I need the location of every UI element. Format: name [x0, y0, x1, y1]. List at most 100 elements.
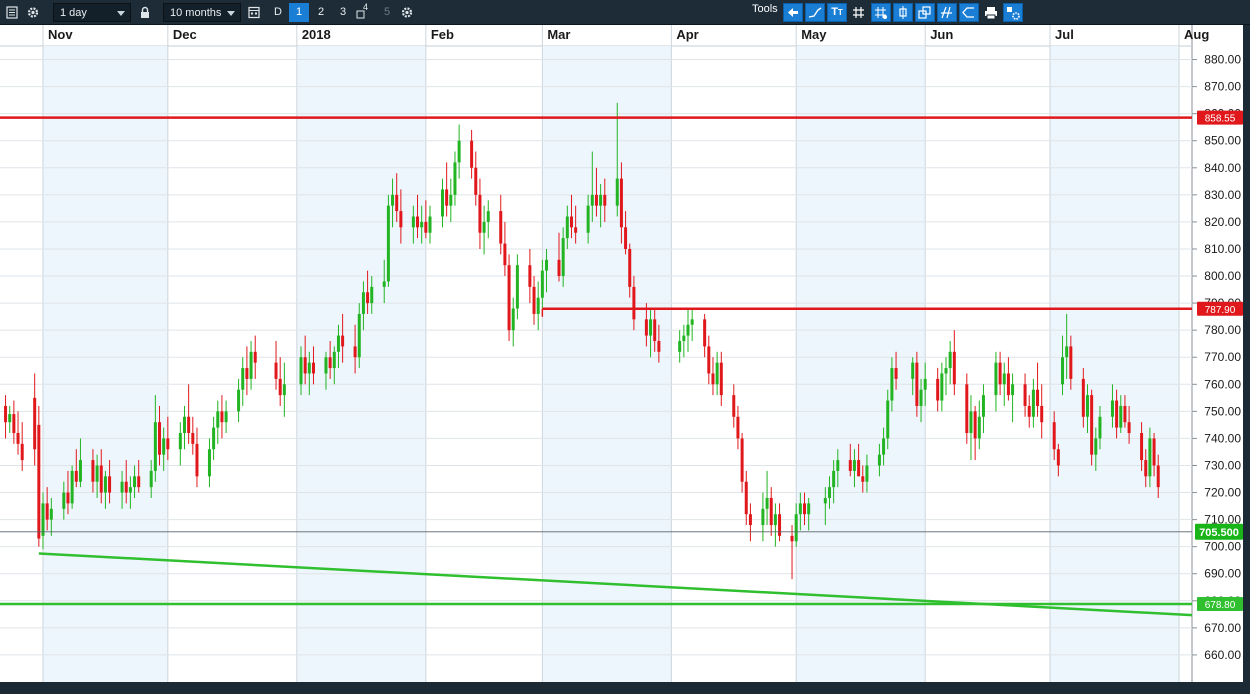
- price-tick-label: 730.00: [1204, 458, 1241, 472]
- candle-body: [890, 368, 894, 401]
- range-select[interactable]: 10 months: [163, 3, 241, 22]
- print-icon[interactable]: [981, 3, 1001, 22]
- candle-body: [936, 378, 940, 401]
- candle[interactable]: [386, 194, 390, 287]
- price-tick-label: 810.00: [1204, 242, 1241, 256]
- candle-body: [1081, 378, 1085, 417]
- interval-select[interactable]: 1 day: [53, 3, 131, 22]
- price-chart[interactable]: Nov Dec 2018 Feb Mar Apr May Jun Jul Aug 660.00 67…: [0, 25, 1250, 689]
- price-tick-label: 770.00: [1204, 350, 1241, 364]
- candle-body: [678, 340, 682, 352]
- channel-icon[interactable]: [915, 3, 935, 22]
- layout-button-5[interactable]: 5: [377, 3, 397, 22]
- layout-button-4[interactable]: 4: [354, 2, 374, 22]
- candle-body: [857, 460, 861, 477]
- layout-button-1[interactable]: 1: [289, 3, 309, 22]
- tools-settings-icon[interactable]: [1003, 3, 1023, 22]
- candle-body: [278, 378, 282, 396]
- candle-body: [91, 460, 95, 482]
- trendline-icon[interactable]: [805, 3, 825, 22]
- candle-body: [807, 503, 811, 515]
- menu-icon[interactable]: [2, 3, 22, 22]
- candle-body: [370, 286, 374, 304]
- candle-body: [470, 140, 474, 168]
- candle-body: [923, 378, 927, 390]
- candle-body: [1031, 389, 1035, 417]
- calendar-icon[interactable]: [244, 3, 264, 22]
- candle-body: [103, 476, 107, 493]
- candle-body: [133, 476, 137, 488]
- price-tick-label: 840.00: [1204, 161, 1241, 175]
- crosshair-icon[interactable]: [871, 3, 891, 22]
- chart-area[interactable]: Nov Dec 2018 Feb Mar Apr May Jun Jul Aug 660.00 67…: [0, 25, 1250, 689]
- grid-icon[interactable]: [849, 3, 869, 22]
- settings-icon[interactable]: [23, 3, 43, 22]
- candle-body: [274, 362, 278, 379]
- candle-body: [357, 313, 361, 358]
- candle-body: [249, 351, 253, 379]
- candle-body: [736, 416, 740, 439]
- candle-body: [353, 346, 357, 358]
- candle-body: [1085, 395, 1089, 417]
- fork-icon[interactable]: [937, 3, 957, 22]
- candle-body: [703, 319, 707, 347]
- candle-body: [282, 384, 286, 396]
- candle-body: [311, 362, 315, 374]
- price-tick-label: 780.00: [1204, 323, 1241, 337]
- candle-body: [99, 465, 103, 493]
- candle-body: [1090, 395, 1094, 455]
- candle-body: [336, 335, 340, 352]
- candle-body: [241, 368, 245, 390]
- candle-body: [416, 216, 420, 228]
- candle-body: [686, 324, 690, 336]
- candle-body: [1027, 405, 1031, 417]
- price-tick-label: 870.00: [1204, 80, 1241, 94]
- arrow-icon[interactable]: [783, 3, 803, 22]
- candle-body: [153, 422, 157, 471]
- candle-body: [557, 259, 561, 277]
- candle-body: [1056, 449, 1060, 466]
- candle-body: [536, 297, 540, 314]
- layout-button-2[interactable]: 2: [311, 3, 331, 22]
- candle-body: [399, 211, 403, 228]
- price-tick-label: 670.00: [1204, 621, 1241, 635]
- candle[interactable]: [37, 405, 41, 547]
- date-tick-label: Nov: [48, 27, 73, 42]
- candle-body: [619, 178, 623, 228]
- candle-body: [948, 351, 952, 369]
- candle-body: [41, 503, 45, 536]
- price-tick-label: 750.00: [1204, 404, 1241, 418]
- chevron-down-icon: [117, 11, 125, 16]
- candle-body: [303, 357, 307, 374]
- candle-body: [1061, 357, 1065, 385]
- date-tick-label: Feb: [431, 27, 454, 42]
- candle-body: [998, 362, 1002, 385]
- settings-icon[interactable]: [397, 3, 417, 22]
- current-price-tag-label: 705.500: [1199, 527, 1239, 539]
- date-tick-label: 2018: [302, 27, 331, 42]
- candle-body: [765, 497, 769, 509]
- candle-body: [761, 508, 765, 526]
- candle-body: [1040, 405, 1044, 423]
- candle[interactable]: [70, 465, 74, 509]
- text-icon[interactable]: TT: [827, 3, 847, 22]
- lock-icon[interactable]: [135, 3, 155, 22]
- candle-body: [4, 405, 8, 423]
- price-tick-label: 690.00: [1204, 567, 1241, 581]
- shape-icon[interactable]: [959, 3, 979, 22]
- marker-icon[interactable]: [893, 3, 913, 22]
- level-price-tag-label: 858.55: [1205, 114, 1236, 125]
- candle-body: [852, 460, 856, 471]
- candle-body: [615, 178, 619, 206]
- candle[interactable]: [1090, 389, 1094, 466]
- scrollbar-track[interactable]: [0, 682, 1250, 689]
- range-value: 10 months: [170, 7, 222, 19]
- candle[interactable]: [507, 254, 511, 341]
- candle-body: [769, 497, 773, 526]
- candle-body: [865, 465, 869, 482]
- chart-type-button[interactable]: D: [268, 3, 288, 22]
- right-scrollbar[interactable]: [1243, 25, 1250, 682]
- candle-body: [586, 205, 590, 233]
- layout-button-3[interactable]: 3: [333, 3, 353, 22]
- candle-body: [12, 414, 16, 434]
